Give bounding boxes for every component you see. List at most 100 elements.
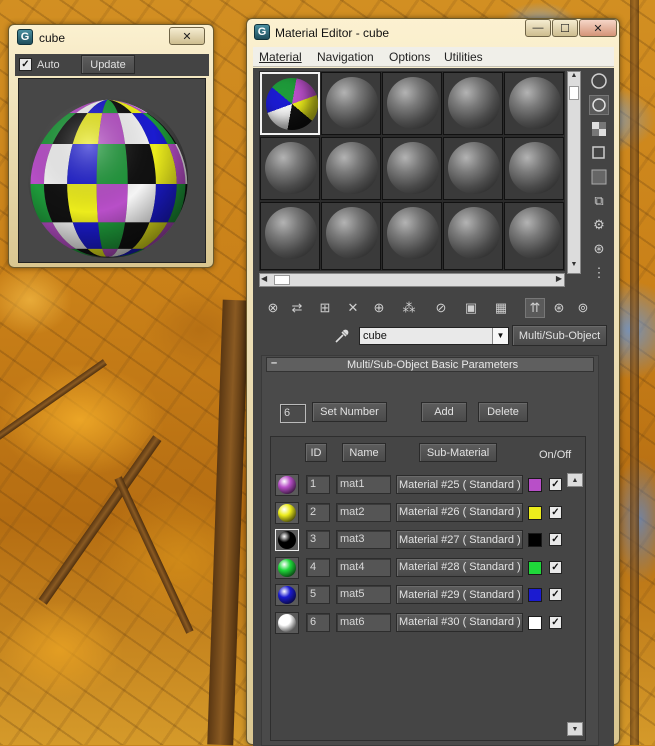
row-color-swatch[interactable] bbox=[528, 560, 542, 575]
maximize-button[interactable]: ☐ bbox=[552, 19, 578, 37]
sample-slot-12[interactable] bbox=[321, 202, 381, 270]
sample-uv-tiling-icon[interactable] bbox=[589, 143, 609, 163]
menu-utilities[interactable]: Utilities bbox=[444, 50, 483, 64]
auto-checkbox[interactable]: ✓ bbox=[19, 58, 32, 71]
row-color-swatch[interactable] bbox=[528, 505, 542, 520]
make-unique-icon[interactable]: ⊕ bbox=[369, 298, 389, 318]
sample-slot-6[interactable] bbox=[260, 137, 320, 200]
row-on-off-checkbox[interactable]: ✓ bbox=[549, 533, 562, 546]
close-button[interactable]: ✕ bbox=[169, 27, 205, 45]
chevron-down-icon[interactable]: ▼ bbox=[492, 328, 508, 344]
scroll-right-icon[interactable]: ▶ bbox=[556, 274, 562, 283]
scroll-down-icon[interactable]: ▼ bbox=[568, 261, 580, 273]
submaterial-preview-button[interactable] bbox=[275, 556, 299, 579]
show-end-result-icon[interactable]: ▦ bbox=[491, 298, 511, 318]
preview-titlebar[interactable]: G cube ✕ bbox=[9, 25, 213, 47]
sample-slot-11[interactable] bbox=[260, 202, 320, 270]
row-submaterial-button[interactable]: Material #25 ( Standard ) bbox=[396, 475, 523, 494]
material-name-field[interactable]: cube ▼ bbox=[359, 327, 509, 345]
reset-map-icon[interactable]: ✕ bbox=[343, 298, 363, 318]
sample-slot-5[interactable] bbox=[504, 72, 564, 135]
submaterial-column-header[interactable]: Sub-Material bbox=[419, 443, 497, 462]
row-submaterial-button[interactable]: Material #29 ( Standard ) bbox=[396, 585, 523, 604]
material-type-button[interactable]: Multi/Sub-Object bbox=[512, 325, 607, 346]
row-name-field[interactable]: mat2 bbox=[336, 502, 391, 522]
row-on-off-checkbox[interactable]: ✓ bbox=[549, 588, 562, 601]
background-icon[interactable] bbox=[589, 119, 609, 139]
menu-options[interactable]: Options bbox=[389, 50, 430, 64]
backlight-icon[interactable] bbox=[589, 95, 609, 115]
row-id-field[interactable]: 2 bbox=[306, 502, 330, 522]
material-id-channel-icon[interactable]: ⊘ bbox=[431, 298, 451, 318]
set-number-field[interactable]: 6 bbox=[280, 404, 306, 423]
sample-slot-9[interactable] bbox=[443, 137, 503, 200]
material-editor-titlebar[interactable]: G Material Editor - cube — ☐ ✕ bbox=[247, 19, 619, 45]
row-name-field[interactable]: mat5 bbox=[336, 585, 391, 604]
sample-slot-3[interactable] bbox=[382, 72, 442, 135]
row-color-swatch[interactable] bbox=[528, 533, 542, 547]
row-color-swatch[interactable] bbox=[528, 478, 542, 492]
row-id-field[interactable]: 4 bbox=[306, 557, 330, 577]
put-to-scene-icon[interactable]: ⇄ bbox=[287, 298, 307, 318]
name-column-header[interactable]: Name bbox=[342, 443, 386, 462]
menu-navigation[interactable]: Navigation bbox=[317, 50, 374, 64]
list-scroll-up-icon[interactable]: ▲ bbox=[567, 473, 583, 487]
close-button[interactable]: ✕ bbox=[579, 19, 617, 37]
row-name-field[interactable]: mat3 bbox=[336, 530, 391, 549]
pick-from-object-icon[interactable]: ⊚ bbox=[573, 298, 593, 318]
row-submaterial-button[interactable]: Material #28 ( Standard ) bbox=[396, 557, 523, 577]
row-name-field[interactable]: mat1 bbox=[336, 475, 391, 494]
row-color-swatch[interactable] bbox=[528, 615, 542, 630]
eyedropper-icon[interactable] bbox=[331, 326, 351, 346]
go-to-parent-icon[interactable]: ⇈ bbox=[525, 298, 545, 318]
add-button[interactable]: Add bbox=[421, 402, 467, 422]
update-button[interactable]: Update bbox=[81, 55, 135, 74]
show-map-in-viewport-icon[interactable]: ▣ bbox=[461, 298, 481, 318]
scroll-up-icon[interactable]: ▲ bbox=[568, 72, 580, 84]
row-on-off-checkbox[interactable]: ✓ bbox=[549, 478, 562, 491]
make-preview-icon[interactable]: ⧉ bbox=[589, 191, 609, 211]
scroll-left-icon[interactable]: ◀ bbox=[261, 274, 267, 283]
submaterial-preview-button[interactable] bbox=[275, 584, 299, 606]
row-submaterial-button[interactable]: Material #27 ( Standard ) bbox=[396, 530, 523, 549]
sample-slot-7[interactable] bbox=[321, 137, 381, 200]
row-submaterial-button[interactable]: Material #26 ( Standard ) bbox=[396, 502, 523, 522]
scroll-thumb[interactable] bbox=[569, 86, 579, 100]
sample-slot-10[interactable] bbox=[504, 137, 564, 200]
slots-horizontal-scrollbar[interactable]: ◀ ▶ bbox=[259, 273, 565, 287]
set-number-button[interactable]: Set Number bbox=[312, 402, 387, 422]
row-submaterial-button[interactable]: Material #30 ( Standard ) bbox=[396, 612, 523, 632]
row-on-off-checkbox[interactable]: ✓ bbox=[549, 615, 562, 629]
slots-vertical-scrollbar[interactable]: ▲ ▼ bbox=[567, 71, 581, 274]
video-color-check-icon[interactable] bbox=[589, 167, 609, 187]
preview-viewport[interactable] bbox=[18, 78, 206, 263]
row-id-field[interactable]: 5 bbox=[306, 585, 330, 604]
scroll-thumb-h[interactable] bbox=[274, 275, 290, 285]
row-on-off-checkbox[interactable]: ✓ bbox=[549, 560, 562, 574]
sample-slot-2[interactable] bbox=[321, 72, 381, 135]
delete-button[interactable]: Delete bbox=[478, 402, 528, 422]
minimize-button[interactable]: — bbox=[525, 19, 551, 37]
sample-slot-14[interactable] bbox=[443, 202, 503, 270]
row-name-field[interactable]: mat4 bbox=[336, 557, 391, 577]
submaterial-preview-button[interactable] bbox=[275, 501, 299, 524]
menu-material[interactable]: Material bbox=[259, 50, 302, 64]
options-icon[interactable]: ⚙ bbox=[589, 215, 609, 235]
row-id-field[interactable]: 1 bbox=[306, 475, 330, 494]
sample-slot-4[interactable] bbox=[443, 72, 503, 135]
assign-to-selection-icon[interactable]: ⊞ bbox=[315, 298, 335, 318]
sample-slot-8[interactable] bbox=[382, 137, 442, 200]
submaterial-preview-button[interactable] bbox=[275, 529, 299, 551]
row-on-off-checkbox[interactable]: ✓ bbox=[549, 505, 562, 519]
row-color-swatch[interactable] bbox=[528, 588, 542, 602]
sample-type-icon[interactable] bbox=[589, 71, 609, 91]
row-id-field[interactable]: 3 bbox=[306, 530, 330, 549]
submaterial-preview-button[interactable] bbox=[275, 611, 299, 634]
select-by-material-icon[interactable]: ⊛ bbox=[589, 239, 609, 259]
rollout-header[interactable]: – Multi/Sub-Object Basic Parameters bbox=[266, 357, 594, 372]
go-forward-to-sibling-icon[interactable]: ⊛ bbox=[549, 298, 569, 318]
sample-slot-13[interactable] bbox=[382, 202, 442, 270]
list-scroll-down-icon[interactable]: ▼ bbox=[567, 722, 583, 736]
sample-slot-1[interactable] bbox=[260, 72, 320, 135]
row-name-field[interactable]: mat6 bbox=[336, 612, 391, 632]
